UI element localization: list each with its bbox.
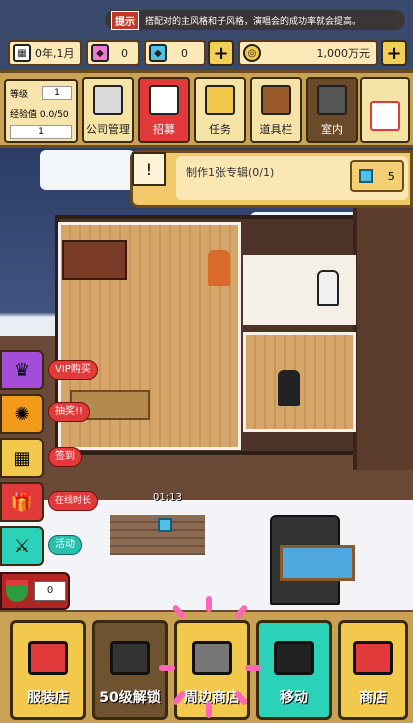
calendar-icon: ▦ bbox=[13, 44, 31, 62]
staff-character[interactable] bbox=[278, 370, 300, 406]
event-button[interactable]: 活动 bbox=[48, 535, 82, 555]
camera-icon bbox=[110, 641, 150, 675]
task-icon[interactable]: ! bbox=[132, 152, 166, 186]
resource-row: ▦ 0年,1月 ◆ 0 ◆ 0 + ◎ 1,000万元 + bbox=[4, 38, 409, 68]
gift-icon[interactable]: 🎁 bbox=[0, 482, 44, 522]
idol-character[interactable] bbox=[208, 250, 230, 286]
exp-label: 经验值 0.0/50 bbox=[10, 109, 69, 120]
task-reward-value: 5 bbox=[387, 169, 395, 183]
watermelon-counter[interactable]: 0 bbox=[0, 572, 70, 610]
blue-gem-icon: ◆ bbox=[149, 44, 167, 62]
truck-icon bbox=[274, 641, 314, 675]
tasks-button[interactable]: 任务 bbox=[194, 77, 246, 143]
mail-button[interactable] bbox=[360, 77, 410, 143]
crown-icon[interactable]: ♛ bbox=[0, 350, 44, 390]
building-icon bbox=[93, 85, 123, 115]
mail-icon bbox=[370, 101, 400, 131]
bottom-label: 移动 bbox=[280, 690, 308, 706]
tip-badge: 提示 bbox=[111, 10, 139, 30]
scroll-icon bbox=[205, 85, 235, 115]
timer-label: 01:13 bbox=[153, 492, 182, 503]
room-upper[interactable] bbox=[243, 255, 356, 325]
store-button[interactable]: 商店 bbox=[338, 620, 408, 720]
vip-purchase-button[interactable]: VIP购买 bbox=[48, 360, 98, 380]
recruit-button[interactable]: 招募 bbox=[138, 77, 190, 143]
pink-gem-icon: ◆ bbox=[91, 44, 109, 62]
store-icon bbox=[353, 641, 393, 675]
online-time-button[interactable]: 在线时长 bbox=[48, 491, 99, 511]
money-value: 1,000万元 bbox=[316, 47, 371, 60]
task-reward-button[interactable]: 5 bbox=[350, 160, 404, 192]
bottom-label: 周边商店 bbox=[184, 690, 240, 706]
add-gems-button[interactable]: + bbox=[208, 40, 234, 66]
task-text: 制作1张专辑(0/1) bbox=[186, 166, 275, 179]
billboard bbox=[280, 545, 355, 581]
signin-button[interactable]: 签到 bbox=[48, 447, 82, 467]
date-value: 0年,1月 bbox=[35, 47, 75, 60]
blue-gem-display: ◆ 0 bbox=[144, 40, 206, 66]
interior-button[interactable]: 室内 bbox=[306, 77, 358, 143]
company-management-button[interactable]: 公司管理 bbox=[82, 77, 134, 143]
crossed-swords-icon[interactable]: ⚔ bbox=[0, 526, 44, 566]
menu-label: 任务 bbox=[209, 123, 231, 136]
chest-icon bbox=[261, 85, 291, 115]
exp-value: 1 bbox=[10, 125, 72, 139]
paint-roller-icon bbox=[317, 85, 347, 115]
watermelon-value: 0 bbox=[34, 581, 66, 601]
date-display: ▦ 0年,1月 bbox=[8, 40, 82, 66]
menu-label: 招募 bbox=[153, 123, 175, 136]
add-money-button[interactable]: + bbox=[381, 40, 407, 66]
level-label: 等级 bbox=[10, 89, 29, 100]
calendar-icon[interactable]: ▦ bbox=[0, 438, 44, 478]
lottery-button[interactable]: 抽奖!! bbox=[48, 402, 91, 422]
blue-gem-value: 0 bbox=[181, 46, 188, 60]
watermelon-icon bbox=[6, 580, 28, 602]
staff-character[interactable] bbox=[317, 270, 339, 306]
desk bbox=[62, 240, 127, 280]
bottom-label: 商店 bbox=[359, 690, 387, 706]
blue-gem-icon bbox=[359, 169, 374, 183]
sparkle bbox=[245, 665, 261, 671]
inventory-button[interactable]: 道具栏 bbox=[250, 77, 302, 143]
menu-label: 道具栏 bbox=[259, 123, 293, 136]
sparkle bbox=[206, 702, 212, 718]
tshirt-icon bbox=[28, 641, 68, 675]
bottom-label: 50级解锁 bbox=[99, 690, 161, 706]
cash-register-icon bbox=[192, 641, 232, 675]
bottom-label: 服装店 bbox=[27, 690, 69, 706]
stats-box: 等级 1 经验值 0.0/50 1 bbox=[4, 79, 78, 143]
money-display: ◎ 1,000万元 bbox=[238, 40, 378, 66]
lottery-wheel-icon[interactable]: ✺ bbox=[0, 394, 44, 434]
blue-gem-icon[interactable] bbox=[158, 518, 172, 532]
pink-gem-value: 0 bbox=[121, 46, 128, 60]
merch-store-button[interactable]: 周边商店 bbox=[174, 620, 250, 720]
move-button[interactable]: 移动 bbox=[256, 620, 332, 720]
tip-bar: 提示 搭配对的主风格和子风格，演唱会的成功率就会提高。 bbox=[105, 10, 405, 30]
menu-label: 公司管理 bbox=[86, 123, 130, 136]
tip-text: 搭配对的主风格和子风格，演唱会的成功率就会提高。 bbox=[145, 16, 362, 27]
neighbor-building bbox=[353, 190, 413, 470]
sparkle bbox=[159, 665, 175, 671]
pink-gem-display: ◆ 0 bbox=[86, 40, 140, 66]
level50-unlock-button[interactable]: 50级解锁 bbox=[92, 620, 168, 720]
snow-roof bbox=[40, 150, 135, 190]
coin-icon: ◎ bbox=[243, 44, 261, 62]
clothing-store-button[interactable]: 服装店 bbox=[10, 620, 86, 720]
menu-bar: 等级 1 经验值 0.0/50 1 公司管理 招募 任务 道具栏 室内 bbox=[0, 70, 413, 148]
level-value: 1 bbox=[42, 86, 72, 100]
sparkle bbox=[206, 596, 212, 612]
menu-label: 室内 bbox=[321, 123, 343, 136]
megaphone-icon bbox=[149, 85, 179, 115]
